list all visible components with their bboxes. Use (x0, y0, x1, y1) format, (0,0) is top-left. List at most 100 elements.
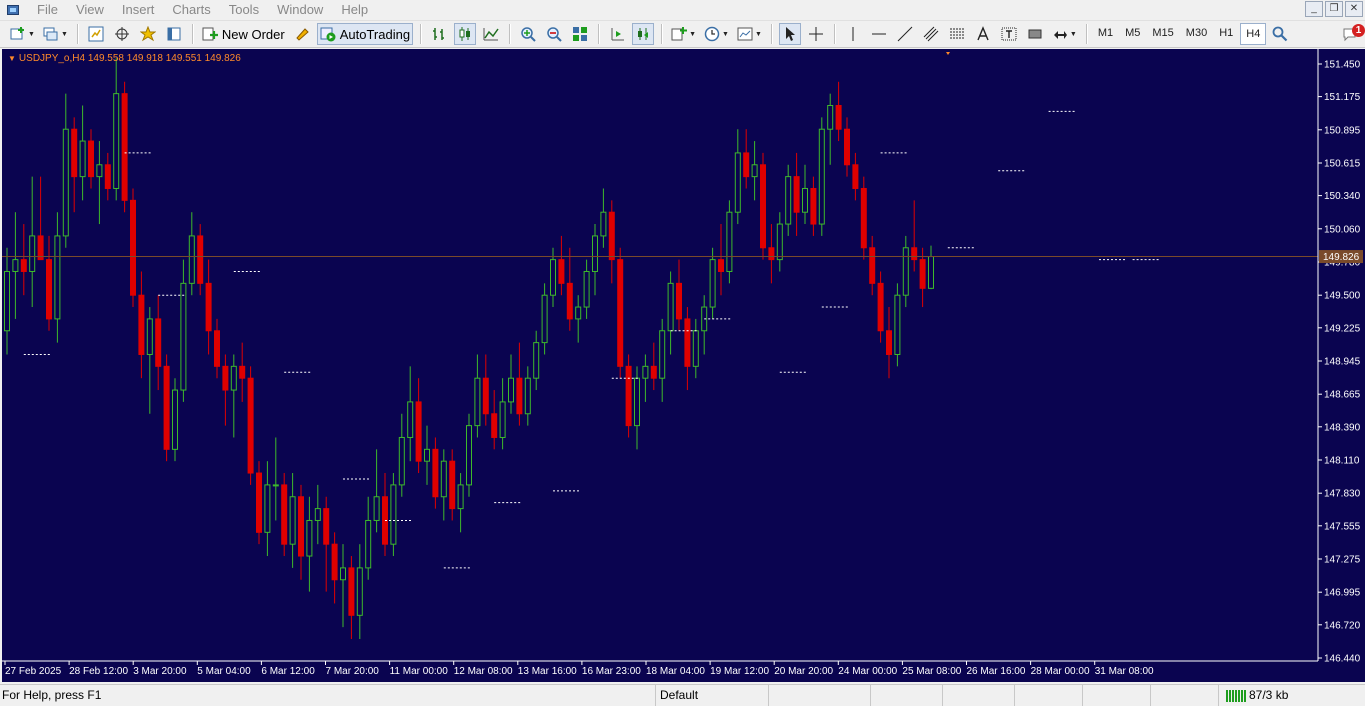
fibonacci-button[interactable] (946, 23, 968, 45)
candle-body (264, 484, 271, 533)
trendline-icon (897, 26, 913, 42)
candle (827, 93, 834, 165)
candle-body (163, 365, 170, 450)
toolbar-separator (1085, 24, 1087, 44)
market-watch-button[interactable] (85, 23, 107, 45)
candle-body (625, 365, 632, 427)
text-label-button[interactable] (998, 23, 1020, 45)
search-button[interactable] (1269, 23, 1291, 45)
timeframe-h4[interactable]: H4 (1240, 23, 1267, 45)
candle (869, 235, 876, 296)
candle-body (407, 401, 414, 438)
tile-windows-icon (573, 27, 588, 41)
status-bar: For Help, press F1 Default 87/3 kb (0, 684, 1365, 706)
cursor-tool-button[interactable] (778, 23, 801, 45)
candle-body (852, 164, 859, 189)
auto-scroll-button[interactable] (632, 23, 655, 45)
autotrading-button[interactable]: AutoTrading (316, 23, 414, 45)
candle (533, 330, 540, 391)
menu-file[interactable]: File (28, 0, 67, 20)
trendline-button[interactable] (894, 23, 916, 45)
candle-body (928, 256, 934, 289)
terminal-button[interactable] (163, 23, 185, 45)
close-icon[interactable]: ✕ (1345, 1, 1363, 17)
horizontal-line-button[interactable] (868, 23, 890, 45)
periods-button[interactable]: ▼ (702, 23, 731, 45)
minimize-icon[interactable]: _ (1305, 1, 1323, 17)
candle-body (558, 259, 565, 284)
notifications-button[interactable]: 1 (1343, 23, 1365, 43)
candle-body (390, 484, 397, 545)
timeframe-m5[interactable]: M5 (1120, 23, 1145, 45)
candle-body (802, 187, 808, 213)
candle-body (541, 294, 548, 344)
candle (239, 342, 246, 402)
menu-charts[interactable]: Charts (163, 0, 219, 20)
time-tick-label: 28 Feb 12:00 (69, 666, 128, 677)
chart-canvas[interactable]: 151.450 151.175 150.895 150.615 150.340 150.0… (2, 49, 1365, 682)
candle (12, 212, 19, 319)
price-tick-label: 150.340 (1324, 191, 1361, 202)
timeframe-m15[interactable]: M15 (1147, 23, 1178, 45)
timeframe-m30[interactable]: M30 (1181, 23, 1212, 45)
candle (264, 461, 271, 557)
tile-windows-button[interactable] (569, 23, 591, 45)
menu-help[interactable]: Help (332, 0, 377, 20)
data-window-button[interactable] (111, 23, 133, 45)
timeframe-h1[interactable]: H1 (1214, 23, 1238, 45)
navigator-star-icon (139, 26, 156, 42)
price-tick-label: 149.500 (1324, 291, 1361, 302)
time-tick-label: 13 Mar 16:00 (518, 666, 577, 677)
candle-body (575, 306, 582, 320)
line-chart-button[interactable] (480, 23, 502, 45)
navigator-button[interactable] (137, 23, 159, 45)
price-tick-label: 147.555 (1324, 521, 1361, 532)
candle-body (718, 259, 724, 272)
candle (382, 473, 388, 557)
menu-window[interactable]: Window (268, 0, 332, 20)
new-chart-button[interactable]: ▼ (8, 23, 37, 45)
candle-body (684, 318, 691, 367)
menu-tools[interactable]: Tools (220, 0, 268, 20)
menu-view[interactable]: View (67, 0, 113, 20)
price-tick-label: 150.615 (1324, 159, 1361, 170)
text-tool-button[interactable] (972, 23, 994, 45)
notifications-count-badge: 1 (1352, 24, 1365, 37)
bar-chart-button[interactable] (428, 23, 450, 45)
candle-body (214, 330, 220, 367)
price-chart[interactable]: 151.450 151.175 150.895 150.615 150.340 150.0… (2, 49, 1365, 682)
status-cell-empty (1014, 685, 1082, 706)
candle-body (550, 259, 556, 296)
chart-shift-button[interactable] (606, 23, 628, 45)
crosshair-tool-button[interactable] (805, 23, 827, 45)
profiles-button[interactable]: ▼ (41, 23, 70, 45)
timeframe-m1[interactable]: M1 (1093, 23, 1118, 45)
metaeditor-button[interactable] (291, 23, 313, 45)
candlestick-chart-button[interactable] (454, 23, 477, 45)
status-cell-empty (1082, 685, 1150, 706)
candle (768, 224, 775, 284)
indicators-button[interactable]: ▼ (669, 23, 698, 45)
time-tick-label: 24 Mar 00:00 (838, 666, 897, 677)
candle-body (499, 401, 506, 438)
dropdown-arrow-icon: ▼ (722, 30, 729, 38)
candle (760, 152, 766, 260)
restore-icon[interactable]: ❐ (1325, 1, 1343, 17)
price-tick-label: 146.995 (1324, 588, 1361, 599)
candle (415, 378, 422, 474)
price-tick-label: 151.175 (1324, 92, 1361, 103)
more-tools-button[interactable]: ▼ (1050, 23, 1079, 45)
candle (684, 307, 691, 391)
candle-body (592, 235, 598, 272)
menu-insert[interactable]: Insert (113, 0, 164, 20)
candle-body (29, 235, 36, 272)
zoom-in-button[interactable] (517, 23, 539, 45)
vertical-line-button[interactable] (842, 23, 864, 45)
new-order-button[interactable]: New Order (200, 23, 287, 45)
arrows-button[interactable] (1024, 23, 1046, 45)
equidistant-channel-button[interactable] (920, 23, 942, 45)
toolbar-separator (191, 24, 193, 44)
templates-button[interactable]: ▼ (735, 23, 764, 45)
zoom-out-button[interactable] (543, 23, 565, 45)
candle (71, 117, 78, 213)
